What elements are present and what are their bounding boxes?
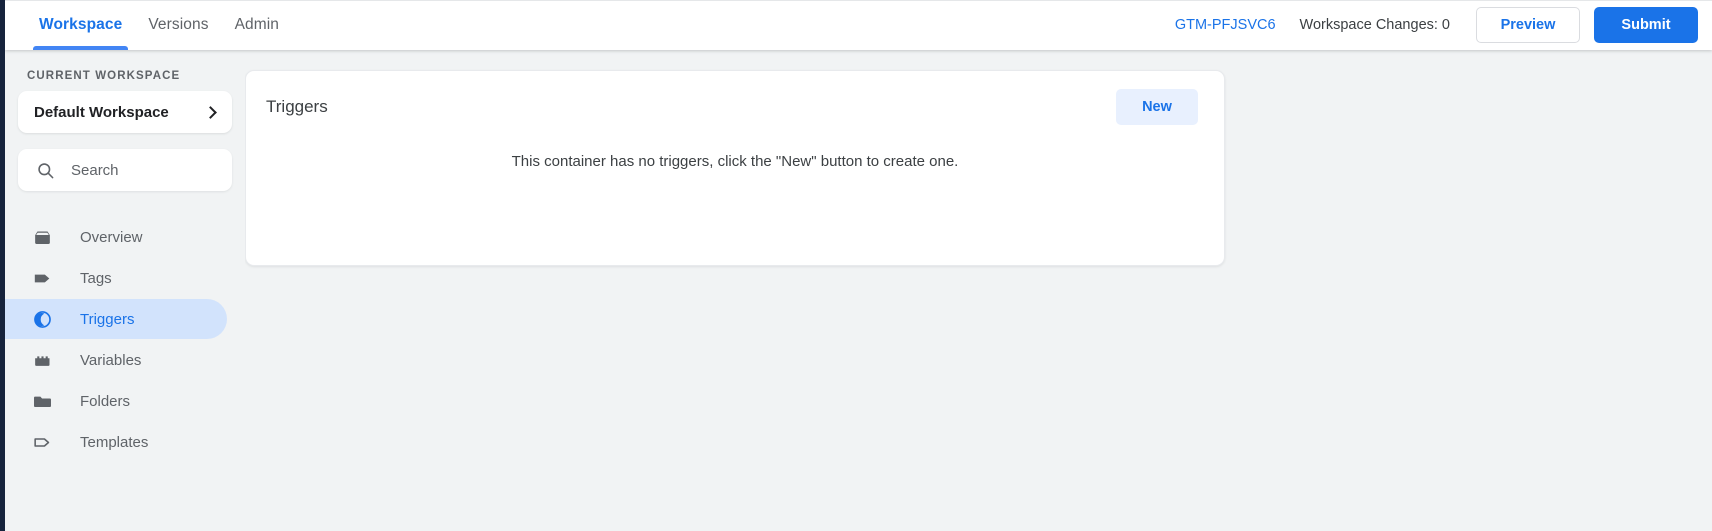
search-icon: [36, 161, 55, 180]
tab-admin-label: Admin: [234, 16, 280, 33]
tab-versions-label: Versions: [148, 16, 209, 33]
tab-versions[interactable]: Versions: [135, 0, 221, 50]
sidebar-item-triggers[interactable]: Triggers: [5, 299, 245, 339]
left-edge-rail: [0, 0, 5, 531]
app-header: Workspace Versions Admin GTM-PFJSVC6 Wor…: [5, 0, 1712, 50]
preview-button[interactable]: Preview: [1476, 7, 1580, 43]
submit-button[interactable]: Submit: [1594, 7, 1698, 43]
sidebar-item-label: Templates: [80, 433, 149, 451]
sidebar-item-label: Overview: [80, 228, 143, 246]
tag-outline-icon: [31, 431, 53, 453]
sidebar-item-overview[interactable]: Overview: [5, 217, 245, 257]
sidebar-nav: Overview Tags Triggers Variables Folders…: [5, 217, 245, 462]
sidebar-item-templates[interactable]: Templates: [5, 422, 245, 462]
new-trigger-button[interactable]: New: [1116, 89, 1198, 125]
overview-icon: [31, 226, 53, 248]
sidebar-item-label: Variables: [80, 351, 142, 369]
sidebar-item-label: Folders: [80, 392, 131, 410]
page-title: Triggers: [266, 97, 328, 116]
folder-icon: [31, 390, 53, 412]
gtm-workspace-page: Workspace Versions Admin GTM-PFJSVC6 Wor…: [0, 0, 1712, 531]
main-content: Triggers New This container has no trigg…: [245, 50, 1712, 531]
empty-state-message: This container has no triggers, click th…: [511, 153, 959, 170]
workspace-name: Default Workspace: [34, 103, 169, 121]
sidebar-item-folders[interactable]: Folders: [5, 381, 245, 421]
tag-filled-icon: [31, 267, 53, 289]
search-input[interactable]: [71, 161, 218, 179]
sidebar: CURRENT WORKSPACE Default Workspace Sear…: [5, 50, 245, 531]
header-actions: GTM-PFJSVC6 Workspace Changes: 0 Preview…: [1175, 0, 1712, 50]
sidebar-item-tags[interactable]: Tags: [5, 258, 245, 298]
current-workspace-label: CURRENT WORKSPACE: [27, 70, 181, 82]
triggers-card-header: Triggers New: [246, 71, 1224, 143]
main-tabs: Workspace Versions Admin: [26, 0, 292, 50]
tab-admin[interactable]: Admin: [222, 0, 292, 50]
workspace-selector[interactable]: Default Workspace: [18, 91, 232, 133]
triggers-card: Triggers New This container has no trigg…: [245, 70, 1225, 266]
search-box[interactable]: [18, 149, 232, 191]
workspace-changes-status: Workspace Changes: 0: [1299, 17, 1450, 33]
variable-icon: [31, 349, 53, 371]
tab-workspace[interactable]: Workspace: [26, 0, 135, 50]
container-id-link[interactable]: GTM-PFJSVC6: [1175, 17, 1276, 33]
sidebar-item-label: Triggers: [80, 310, 135, 328]
tab-workspace-label: Workspace: [39, 16, 123, 33]
trigger-icon: [31, 308, 53, 330]
sidebar-item-variables[interactable]: Variables: [5, 340, 245, 380]
sidebar-item-label: Tags: [80, 269, 112, 287]
chevron-right-icon: [204, 105, 217, 119]
